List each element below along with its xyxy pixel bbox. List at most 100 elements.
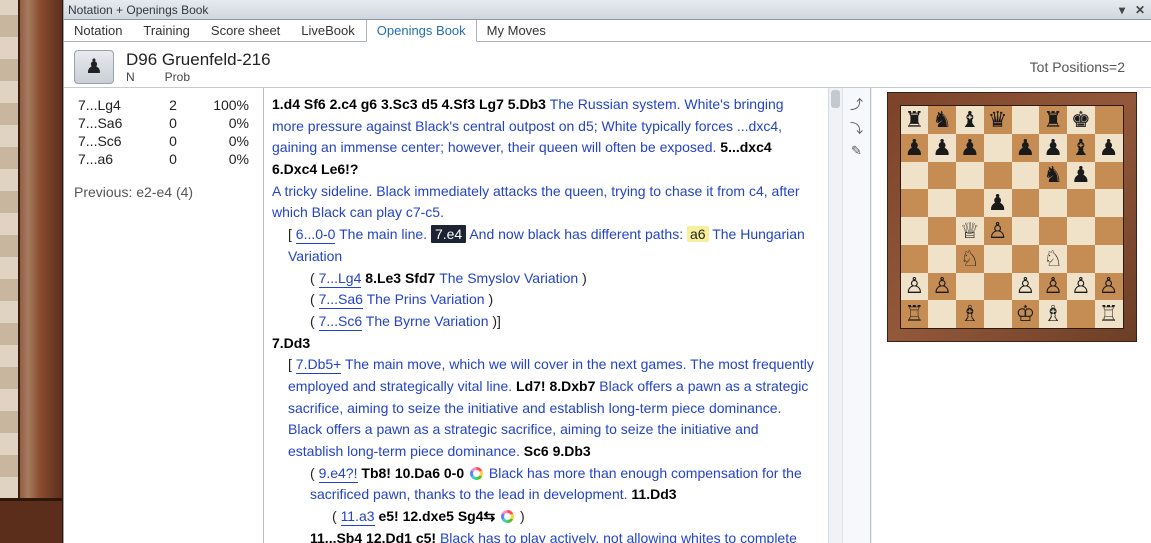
- board-square[interactable]: [928, 189, 956, 217]
- moves-text[interactable]: 8.Le3 Sfd7: [361, 270, 439, 286]
- moves-text[interactable]: 7.Dd3: [272, 335, 310, 351]
- board-square[interactable]: [984, 162, 1012, 190]
- board-square[interactable]: ♗: [956, 300, 984, 328]
- variation-link[interactable]: 6...0-0: [296, 226, 336, 244]
- board-square[interactable]: ♗: [1039, 300, 1067, 328]
- tab-notation[interactable]: Notation: [64, 20, 133, 41]
- board-square[interactable]: [1095, 245, 1123, 273]
- board-square[interactable]: [1012, 245, 1040, 273]
- board-square[interactable]: [901, 217, 929, 245]
- board-square[interactable]: [984, 245, 1012, 273]
- board-square[interactable]: [1095, 106, 1123, 134]
- notation-text[interactable]: 1.d4 Sf6 2.c4 g6 3.Sc3 d5 4.Sf3 Lg7 5.Db…: [264, 88, 828, 543]
- annotate-icon[interactable]: ✎: [848, 142, 866, 160]
- board-square[interactable]: ♝: [1067, 134, 1095, 162]
- board-square[interactable]: ♟: [1095, 134, 1123, 162]
- table-row[interactable]: 7...a600%: [74, 150, 253, 168]
- board-square[interactable]: ♕: [956, 217, 984, 245]
- moves-text[interactable]: Tb8! 10.Da6 0-0: [358, 465, 469, 481]
- board-square[interactable]: [928, 300, 956, 328]
- board-square[interactable]: ♜: [1039, 106, 1067, 134]
- board-square[interactable]: ♙: [1067, 273, 1095, 301]
- notation-scrollbar[interactable]: [828, 88, 842, 543]
- board-square[interactable]: [1067, 245, 1095, 273]
- close-icon[interactable]: ✕: [1133, 3, 1147, 17]
- variation-link[interactable]: 7.Db5+: [296, 356, 342, 374]
- board-square[interactable]: ♜: [901, 106, 929, 134]
- board-square[interactable]: [901, 245, 929, 273]
- board-square[interactable]: [928, 245, 956, 273]
- board-square[interactable]: ♙: [928, 273, 956, 301]
- board-square[interactable]: ♟: [1039, 134, 1067, 162]
- variation-link[interactable]: 7...Lg4: [319, 270, 362, 288]
- board-square[interactable]: [901, 162, 929, 190]
- minimize-icon[interactable]: ▾: [1115, 3, 1129, 17]
- board-square[interactable]: [984, 134, 1012, 162]
- board-square[interactable]: [984, 273, 1012, 301]
- board-square[interactable]: ♙: [1039, 273, 1067, 301]
- board-square[interactable]: [956, 189, 984, 217]
- board-square[interactable]: ♔: [1012, 300, 1040, 328]
- board-square[interactable]: [1012, 106, 1040, 134]
- moves-text[interactable]: Sc6 9.Db3: [520, 443, 591, 459]
- variation-link[interactable]: 9.e4?!: [319, 465, 358, 483]
- board-square[interactable]: ♟: [956, 134, 984, 162]
- scrollbar-thumb[interactable]: [831, 90, 840, 108]
- table-row[interactable]: 7...Lg42100%: [74, 96, 253, 114]
- board-square[interactable]: ♚: [1067, 106, 1095, 134]
- board-square[interactable]: ♘: [956, 245, 984, 273]
- board-square[interactable]: ♙: [1012, 273, 1040, 301]
- board-square[interactable]: [928, 217, 956, 245]
- board-square[interactable]: ♟: [928, 134, 956, 162]
- board-square[interactable]: [956, 162, 984, 190]
- board-square[interactable]: [984, 300, 1012, 328]
- board-square[interactable]: ♞: [1039, 162, 1067, 190]
- chess-board[interactable]: ♜♞♝♛♜♚♟♟♟♟♟♝♟♞♟♟♕♙♘♘♙♙♙♙♙♙♖♗♔♗♖: [900, 105, 1124, 329]
- variation-link[interactable]: 7...Sa6: [319, 291, 363, 309]
- tab-livebook[interactable]: LiveBook: [291, 20, 365, 41]
- board-square[interactable]: [1067, 300, 1095, 328]
- variation-link[interactable]: 7...Sc6: [319, 313, 363, 331]
- board-square[interactable]: ♙: [984, 217, 1012, 245]
- highlight-move[interactable]: a6: [687, 226, 709, 242]
- table-row[interactable]: 7...Sa600%: [74, 114, 253, 132]
- variation-link[interactable]: 11.a3: [341, 508, 375, 526]
- tab-training[interactable]: Training: [133, 20, 200, 41]
- board-square[interactable]: ♟: [1012, 134, 1040, 162]
- previous-line[interactable]: Previous: e2-e4 (4): [74, 184, 253, 200]
- board-square[interactable]: [1012, 189, 1040, 217]
- board-square[interactable]: ♟: [1067, 162, 1095, 190]
- board-square[interactable]: ♘: [1039, 245, 1067, 273]
- table-row[interactable]: 7...Sc600%: [74, 132, 253, 150]
- board-square[interactable]: [1095, 189, 1123, 217]
- board-square[interactable]: [1067, 189, 1095, 217]
- board-square[interactable]: [956, 273, 984, 301]
- board-square[interactable]: [1095, 162, 1123, 190]
- board-square[interactable]: [1039, 189, 1067, 217]
- board-square[interactable]: [1012, 217, 1040, 245]
- board-square[interactable]: ♛: [984, 106, 1012, 134]
- board-square[interactable]: ♝: [956, 106, 984, 134]
- tab-openings-book[interactable]: Openings Book: [366, 20, 477, 42]
- moves-text[interactable]: Ld7! 8.Dxb7: [512, 378, 599, 394]
- board-square[interactable]: [1095, 217, 1123, 245]
- board-square[interactable]: ♟: [984, 189, 1012, 217]
- board-square[interactable]: [928, 162, 956, 190]
- board-square[interactable]: [1012, 162, 1040, 190]
- moves-text[interactable]: e5! 12.dxe5 Sg4⇆: [375, 508, 500, 524]
- moves-text[interactable]: 1.d4 Sf6 2.c4 g6 3.Sc3 d5 4.Sf3 Lg7 5.Db…: [272, 96, 550, 112]
- board-square[interactable]: ♞: [928, 106, 956, 134]
- board-square[interactable]: ♖: [901, 300, 929, 328]
- moves-text[interactable]: 11...Sb4 12.Dd1 c5!: [310, 530, 440, 543]
- board-square[interactable]: ♖: [1095, 300, 1123, 328]
- board-square[interactable]: ♙: [1095, 273, 1123, 301]
- share-out-icon[interactable]: ⤴: [848, 94, 866, 112]
- board-square[interactable]: [1039, 217, 1067, 245]
- board-square[interactable]: [901, 189, 929, 217]
- moves-text[interactable]: 11.Dd3: [628, 486, 677, 502]
- tab-my-moves[interactable]: My Moves: [477, 20, 557, 41]
- board-square[interactable]: ♙: [901, 273, 929, 301]
- board-square[interactable]: ♟: [901, 134, 929, 162]
- board-square[interactable]: [1067, 217, 1095, 245]
- current-move-box[interactable]: 7.e4: [431, 225, 466, 243]
